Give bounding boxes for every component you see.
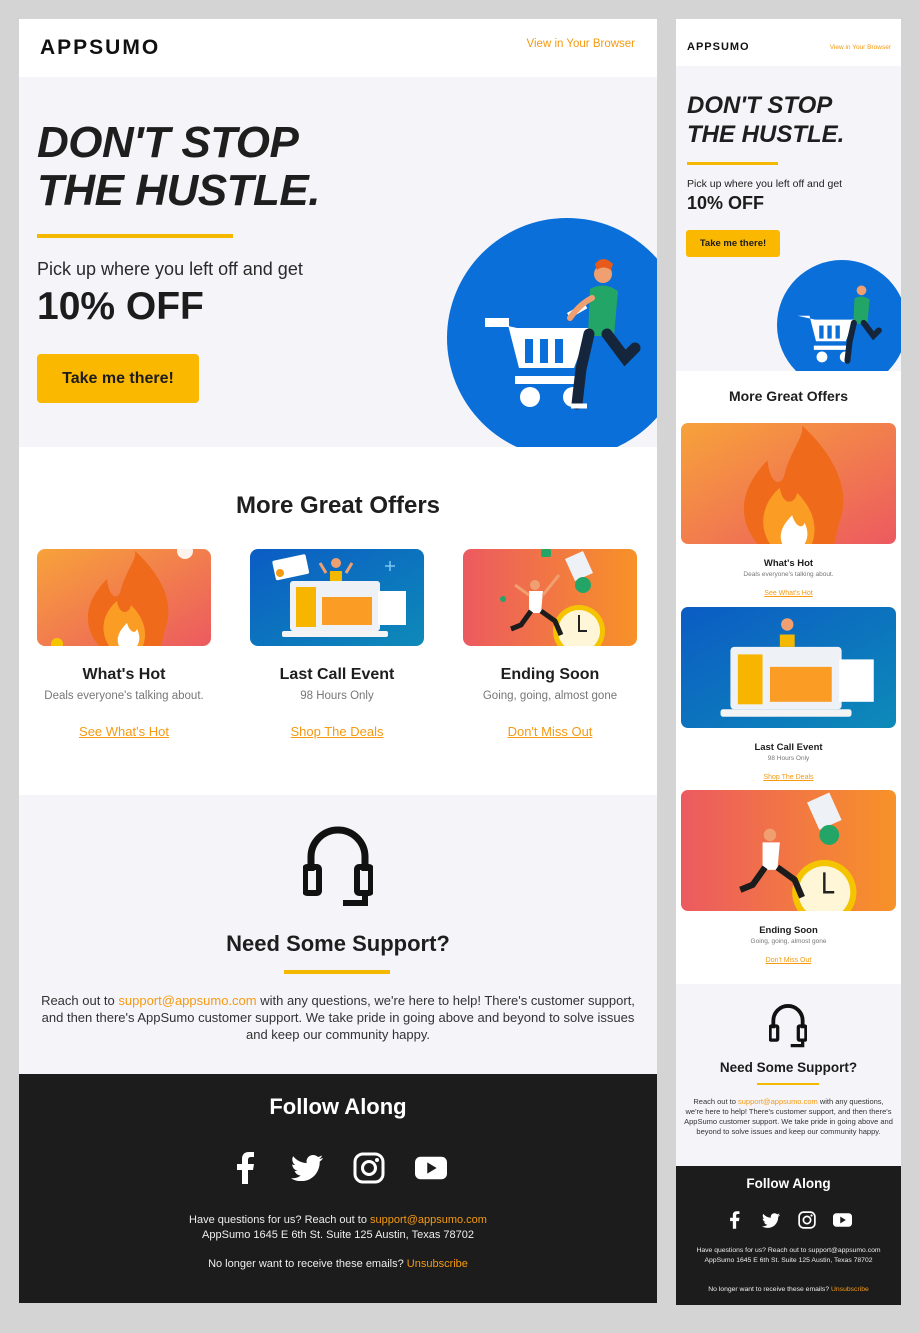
headline-divider [37,234,233,238]
support-title: Need Some Support? [226,931,450,956]
offer-card-whats-hot: What's Hot Deals everyone's talking abou… [37,549,211,739]
offer-subtitle: Deals everyone's talking about. [44,690,204,702]
youtube-icon[interactable] [415,1152,447,1184]
headline-line-1: DON'T STOP [687,92,833,119]
headline-divider [687,162,778,165]
mobile-email-preview: APPSUMO View in Your Browser DON'T STOP … [676,19,901,1305]
instagram-icon[interactable] [353,1152,385,1184]
footer-contact: Have questions for us? Reach out to supp… [189,1214,487,1241]
desktop-email-preview: APPSUMO View in Your Browser DON'T STOP … [19,19,657,1303]
email-header: APPSUMO View in Your Browser [676,19,901,66]
footer: Follow Along Have questions for us? Reac… [19,1074,657,1303]
footer-contact: Have questions for us? Reach out to supp… [696,1247,881,1264]
offer-subtitle: 98 Hours Only [767,755,810,762]
social-icons [19,1152,657,1184]
hero-subtext: Pick up where you left off and get [37,259,303,279]
offer-title: What's Hot [82,666,166,683]
offer-subtitle: Going, going, almost gone [482,690,618,702]
shop-the-deals-link[interactable]: Shop The Deals [250,724,424,739]
offer-card-ending-soon: Ending Soon Going, going, almost gone Do… [463,549,637,739]
footer: Follow Along Have questions for us? Reac… [676,1166,901,1305]
unsubscribe-line: No longer want to receive these emails? … [708,1286,869,1293]
support-text: Reach out to support@appsumo.com with an… [684,1097,893,1136]
hero-headline: DON'T STOP THE HUSTLE. [687,91,844,149]
laptop-deals-illustration[interactable] [681,607,896,728]
unsubscribe-link[interactable]: Unsubscribe [407,1258,468,1270]
hero-section: DON'T STOP THE HUSTLE. Pick up where you… [676,66,901,371]
headline-line-2: THE HUSTLE. [687,121,845,148]
follow-along-title: Follow Along [746,1176,831,1191]
offer-title: Ending Soon [500,666,600,683]
support-email-link[interactable]: support@appsumo.com [118,993,256,1008]
shop-the-deals-link[interactable]: Shop The Deals [681,774,896,781]
support-section: Need Some Support? Reach out to support@… [19,795,657,1074]
follow-along-title: Follow Along [269,1094,407,1119]
see-whats-hot-link[interactable]: See What's Hot [37,724,211,739]
headset-icon [303,826,373,906]
footer-email-link[interactable]: support@appsumo.com [370,1214,487,1226]
offer-card-last-call: Last Call Event 98 Hours Only Shop The D… [681,607,896,781]
unsubscribe-line: No longer want to receive these emails? … [208,1258,468,1270]
support-email-link[interactable]: support@appsumo.com [738,1097,818,1106]
footer-address: AppSumo 1645 E 6th St. Suite 125 Austin,… [704,1256,873,1264]
headline-line-2: THE HUSTLE. [37,166,320,215]
email-header: APPSUMO View in Your Browser [19,19,657,77]
unsubscribe-link[interactable]: Unsubscribe [831,1286,869,1293]
social-icons [676,1210,901,1230]
offer-card-ending-soon: Ending Soon Going, going, almost gone Do… [681,790,896,964]
clock-runner-illustration[interactable] [681,790,896,911]
support-divider [757,1083,819,1085]
fire-illustration[interactable] [37,549,211,646]
view-in-browser-link[interactable]: View in Your Browser [830,44,891,51]
laptop-deals-illustration[interactable] [250,549,424,646]
take-me-there-button[interactable]: Take me there! [37,354,199,403]
offer-title: What's Hot [763,558,814,569]
view-in-browser-link[interactable]: View in Your Browser [527,38,635,50]
headset-icon [769,1004,807,1048]
see-whats-hot-link[interactable]: See What's Hot [681,590,896,597]
hero-headline: DON'T STOP THE HUSTLE. [37,119,320,215]
offer-card-whats-hot: What's Hot Deals everyone's talking abou… [681,423,896,597]
youtube-icon[interactable] [833,1210,853,1230]
more-offers-section: More Great Offers What's Hot Deals every… [19,447,657,795]
hero-section: DON'T STOP THE HUSTLE. Pick up where you… [19,77,657,447]
fire-illustration[interactable] [681,423,896,544]
instagram-icon[interactable] [797,1210,817,1230]
support-section: Need Some Support? Reach out to support@… [676,984,901,1166]
clock-runner-illustration[interactable] [463,549,637,646]
footer-address: AppSumo 1645 E 6th St. Suite 125 Austin,… [202,1229,474,1241]
twitter-icon[interactable] [761,1210,781,1230]
facebook-icon[interactable] [725,1210,745,1230]
support-text: Reach out to support@appsumo.com with an… [41,993,635,1042]
hero-subtext: Pick up where you left off and get [687,178,843,190]
headline-line-1: DON'T STOP [37,118,299,167]
facebook-icon[interactable] [229,1152,261,1184]
discount-text: 10% OFF [687,193,765,213]
support-divider [284,970,390,974]
offer-card-last-call: Last Call Event 98 Hours Only Shop The D… [250,549,424,739]
support-title: Need Some Support? [719,1060,858,1075]
twitter-icon[interactable] [291,1152,323,1184]
offer-subtitle: 98 Hours Only [300,690,374,702]
dont-miss-out-link[interactable]: Don't Miss Out [681,957,896,964]
more-offers-title: More Great Offers [728,388,849,404]
offer-title: Last Call Event [754,742,823,753]
shopping-cart-runner-illustration [777,260,901,371]
offer-title: Ending Soon [759,925,818,936]
more-offers-title: More Great Offers [235,492,441,519]
offer-subtitle: Going, going, almost gone [750,938,827,945]
offer-subtitle: Deals everyone's talking about. [743,571,834,578]
take-me-there-button[interactable]: Take me there! [686,230,780,257]
appsumo-logo[interactable]: APPSUMO [40,36,160,60]
footer-email-text[interactable]: support@appsumo.com [808,1247,880,1254]
dont-miss-out-link[interactable]: Don't Miss Out [463,724,637,739]
shopping-cart-runner-illustration [447,218,657,447]
appsumo-logo[interactable]: APPSUMO [687,41,750,53]
offer-title: Last Call Event [279,666,395,683]
discount-text: 10% OFF [37,285,204,328]
